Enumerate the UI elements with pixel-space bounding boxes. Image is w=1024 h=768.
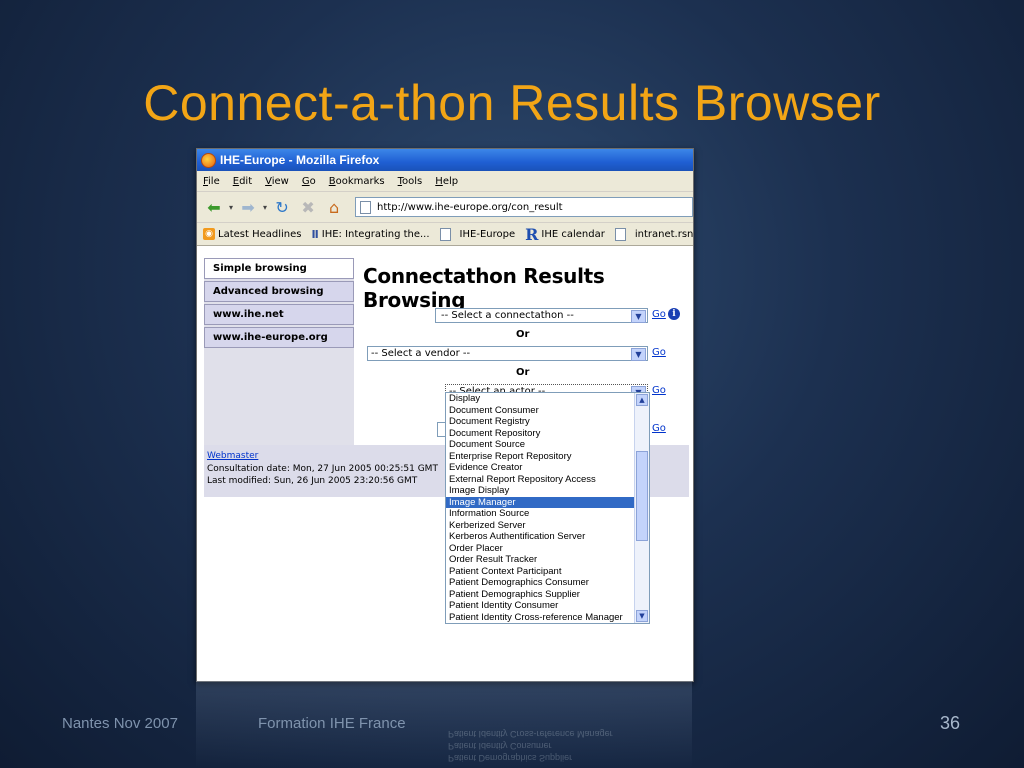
scroll-up-icon[interactable]: ▲ — [636, 394, 648, 406]
dropdown-option[interactable]: Document Consumer — [446, 405, 649, 417]
dropdown-option[interactable]: Kerberos Authentification Server — [446, 531, 649, 543]
menu-file[interactable]: File — [203, 176, 220, 187]
dropdown-option[interactable]: Order Result Tracker — [446, 554, 649, 566]
reflection-text: Patient Identity Consumer — [448, 741, 552, 751]
page-content: Simple browsing Advanced browsing www.ih… — [197, 246, 693, 681]
vendor-select[interactable]: -- Select a vendor -- ▼ — [367, 346, 648, 361]
sidebar-item-advanced-browsing[interactable]: Advanced browsing — [204, 281, 354, 302]
back-arrow-icon[interactable]: ⬅ — [203, 196, 225, 218]
menu-edit[interactable]: Edit — [233, 176, 252, 187]
page-icon — [614, 227, 626, 241]
menu-tools[interactable]: Tools — [398, 176, 423, 187]
window-titlebar: IHE-Europe - Mozilla Firefox — [197, 149, 693, 171]
chevron-down-icon[interactable]: ▼ — [631, 348, 646, 361]
dropdown-option[interactable]: Patient Demographics Consumer — [446, 577, 649, 589]
page-icon — [439, 227, 451, 241]
bookmark-intranet-rsna[interactable]: intranet.rsna.org — [614, 227, 693, 241]
dropdown-option[interactable]: Enterprise Report Repository — [446, 451, 649, 463]
sidebar: Simple browsing Advanced browsing www.ih… — [204, 258, 354, 453]
bookmark-ihe-integrating[interactable]: Ⅱ IHE: Integrating the... — [312, 228, 430, 241]
dropdown-option[interactable]: Information Source — [446, 508, 649, 520]
rsna-logo-icon: R — [525, 224, 539, 244]
reflection-text: Patient Demographics Supplier — [448, 753, 573, 763]
go-actor-link[interactable]: Go — [652, 385, 666, 396]
page-number: 36 — [940, 713, 961, 733]
bookmark-ihe-calendar[interactable]: R IHE calendar — [525, 225, 605, 244]
last-modified-date: Last modified: Sun, 26 Jun 2005 23:20:56… — [207, 476, 418, 486]
forward-dropdown-icon[interactable]: ▾ — [263, 203, 267, 212]
dropdown-option[interactable]: Patient Identity Cross-reference Manager — [446, 612, 649, 624]
reload-icon[interactable]: ↻ — [271, 196, 293, 218]
or-label: Or — [516, 329, 530, 340]
dropdown-option[interactable]: Patient Context Participant — [446, 566, 649, 578]
scroll-thumb[interactable] — [636, 451, 648, 541]
connectathon-select[interactable]: -- Select a connectathon -- ▼ — [435, 308, 648, 323]
bookmark-latest-headlines[interactable]: ◉ Latest Headlines — [203, 228, 302, 240]
dropdown-option[interactable]: Document Repository — [446, 428, 649, 440]
dropdown-option[interactable]: Order Placer — [446, 543, 649, 555]
or-label: Or — [516, 367, 530, 378]
back-dropdown-icon[interactable]: ▾ — [229, 203, 233, 212]
navigation-toolbar: ⬅ ▾ ➡ ▾ ↻ ✖ ⌂ http://www.ihe-europe.org/… — [197, 192, 693, 223]
footer-title: Formation IHE France — [258, 715, 406, 732]
dropdown-options: Display Document Consumer Document Registr… — [446, 393, 649, 623]
go-connectathon-link[interactable]: Go — [652, 309, 666, 320]
menu-go[interactable]: Go — [302, 176, 316, 187]
dropdown-option[interactable]: Patient Demographics Supplier — [446, 589, 649, 601]
scroll-down-icon[interactable]: ▼ — [636, 610, 648, 622]
dropdown-option[interactable]: Image Manager — [446, 496, 649, 508]
menu-view[interactable]: View — [265, 176, 289, 187]
rss-icon: ◉ — [203, 228, 215, 240]
ihe-logo-icon: Ⅱ — [311, 227, 319, 241]
go-link[interactable]: Go — [652, 423, 666, 434]
dropdown-scrollbar[interactable]: ▲ ▼ — [634, 393, 649, 623]
url-text: http://www.ihe-europe.org/con_result — [377, 201, 563, 213]
footer-date: Nantes Nov 2007 — [62, 715, 178, 732]
bookmark-ihe-europe[interactable]: IHE-Europe — [439, 227, 515, 241]
page-heading: Connectathon Results Browsing — [363, 264, 605, 312]
menu-bookmarks[interactable]: Bookmarks — [329, 176, 385, 187]
page-icon — [360, 200, 372, 214]
dropdown-option[interactable]: Display — [446, 393, 649, 405]
reflection-text: Patient Identity Cross-reference Manager — [448, 729, 613, 739]
dropdown-option[interactable]: Document Source — [446, 439, 649, 451]
chevron-down-icon[interactable]: ▼ — [631, 310, 646, 323]
stop-icon[interactable]: ✖ — [297, 196, 319, 218]
url-bar[interactable]: http://www.ihe-europe.org/con_result — [355, 197, 693, 217]
sidebar-item-ihe-europe[interactable]: www.ihe-europe.org — [204, 327, 354, 348]
dropdown-option[interactable]: Patient Identity Consumer — [446, 600, 649, 612]
firefox-icon — [201, 152, 216, 168]
dropdown-option[interactable]: Image Display — [446, 485, 649, 497]
menu-bar: File Edit View Go Bookmarks Tools Help — [197, 171, 693, 192]
webmaster-link[interactable]: Webmaster — [207, 451, 258, 461]
info-icon[interactable]: i — [668, 308, 680, 320]
sidebar-item-ihe-net[interactable]: www.ihe.net — [204, 304, 354, 325]
bookmarks-toolbar: ◉ Latest Headlines Ⅱ IHE: Integrating the.… — [197, 223, 693, 246]
consultation-date: Consultation date: Mon, 27 Jun 2005 00:2… — [207, 464, 438, 474]
dropdown-option[interactable]: Evidence Creator — [446, 462, 649, 474]
menu-help[interactable]: Help — [435, 176, 458, 187]
slide-title: Connect-a-thon Results Browser — [143, 75, 881, 131]
dropdown-option[interactable]: Kerberized Server — [446, 520, 649, 532]
dropdown-option[interactable]: Document Registry — [446, 416, 649, 428]
forward-arrow-icon[interactable]: ➡ — [237, 196, 259, 218]
browser-screenshot: IHE-Europe - Mozilla Firefox File Edit V… — [196, 148, 694, 682]
sidebar-item-simple-browsing[interactable]: Simple browsing — [204, 258, 354, 279]
actor-dropdown-list[interactable]: Display Document Consumer Document Registr… — [445, 392, 650, 624]
dropdown-option[interactable]: External Report Repository Access — [446, 474, 649, 486]
home-icon[interactable]: ⌂ — [323, 196, 345, 218]
go-vendor-link[interactable]: Go — [652, 347, 666, 358]
window-title: IHE-Europe - Mozilla Firefox — [220, 153, 380, 167]
